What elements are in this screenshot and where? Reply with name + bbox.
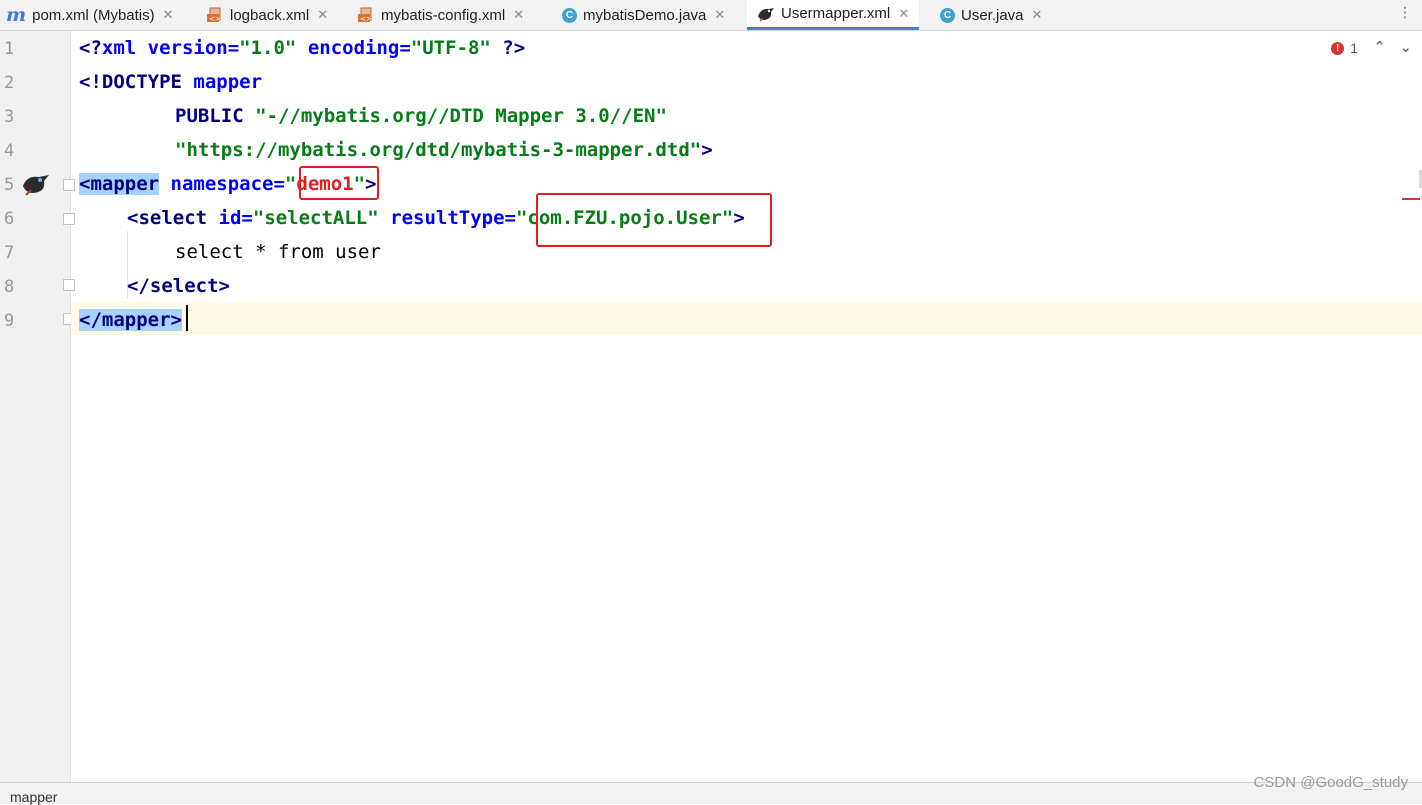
error-count: 1 (1350, 40, 1358, 56)
tab-label: User.java (961, 6, 1024, 24)
code-line-8: </select> (127, 275, 230, 297)
svg-text:<>: <> (209, 15, 221, 23)
close-icon[interactable]: ✕ (898, 6, 909, 22)
error-stripe-marker[interactable] (1402, 198, 1420, 200)
close-icon[interactable]: ✕ (513, 7, 524, 23)
tab-logback-xml[interactable]: <> logback.xml ✕ (207, 0, 328, 30)
close-icon[interactable]: ✕ (1032, 7, 1043, 23)
mybatis-bird-icon (757, 6, 775, 22)
inspection-widget[interactable]: ! 1 (1331, 40, 1358, 56)
tab-pom-xml[interactable]: m pom.xml (Mybatis) ✕ (6, 0, 174, 30)
result-type-highlight-box (536, 193, 772, 247)
line-number: 8 (4, 277, 15, 297)
line-number-gutter: 1 2 3 4 5 6 7 8 9 (0, 31, 75, 782)
code-line-4: "https://mybatis.org/dtd/mybatis-3-mappe… (175, 139, 713, 161)
close-icon[interactable]: ✕ (714, 7, 725, 23)
code-editor[interactable]: <?xml version="1.0" encoding="UTF-8" ?> … (71, 31, 1422, 782)
tab-label: mybatis-config.xml (381, 6, 506, 24)
text-caret (186, 305, 188, 331)
tab-label: logback.xml (230, 6, 310, 24)
code-line-1: <?xml version="1.0" encoding="UTF-8" ?> (79, 37, 526, 59)
editor-tab-bar: m pom.xml (Mybatis) ✕ <> logback.xml ✕ <… (0, 0, 1422, 31)
line-number: 9 (4, 311, 15, 331)
breadcrumb-bar: mapper (0, 782, 1422, 805)
line-number: 3 (4, 107, 15, 127)
more-tabs-icon[interactable]: ⋮ (1398, 5, 1412, 21)
tab-mybatis-config-xml[interactable]: <> mybatis-config.xml ✕ (358, 0, 524, 30)
xml-file-icon: <> (358, 7, 375, 23)
mybatis-navigate-icon[interactable] (22, 172, 50, 196)
line-number: 7 (4, 243, 15, 263)
watermark: CSDN @GoodG_study (1253, 774, 1408, 791)
line-number: 1 (4, 39, 15, 59)
java-class-icon: C (940, 7, 955, 23)
tab-label: pom.xml (Mybatis) (32, 6, 155, 24)
svg-text:<>: <> (360, 15, 372, 23)
code-line-3: PUBLIC "-//mybatis.org//DTD Mapper 3.0//… (175, 105, 667, 127)
close-icon[interactable]: ✕ (163, 7, 174, 23)
tab-user-java[interactable]: C User.java ✕ (940, 0, 1042, 30)
tab-usermapper-xml[interactable]: Usermapper.xml ✕ (747, 0, 920, 30)
java-class-icon: C (562, 7, 577, 23)
line-number: 2 (4, 73, 15, 93)
tab-label: mybatisDemo.java (583, 6, 707, 24)
tab-label: Usermapper.xml (781, 5, 891, 22)
code-line-9: </mapper> (79, 309, 182, 331)
namespace-highlight-box (299, 166, 379, 200)
close-icon[interactable]: ✕ (317, 7, 328, 23)
line-number: 5 (4, 175, 15, 195)
line-number: 4 (4, 141, 15, 161)
code-line-2: <!DOCTYPE mapper (79, 71, 263, 93)
error-icon: ! (1331, 41, 1345, 55)
tab-mybatisdemo-java[interactable]: C mybatisDemo.java ✕ (562, 0, 725, 30)
previous-highlight-icon[interactable]: ⌃ (1373, 38, 1386, 56)
next-highlight-icon[interactable]: ⌄ (1399, 38, 1412, 56)
line-number: 6 (4, 209, 15, 229)
code-line-7: select * from user (175, 241, 381, 263)
xml-file-icon: <> (207, 7, 224, 23)
maven-icon: m (6, 4, 27, 26)
current-line-highlight (71, 301, 1422, 335)
